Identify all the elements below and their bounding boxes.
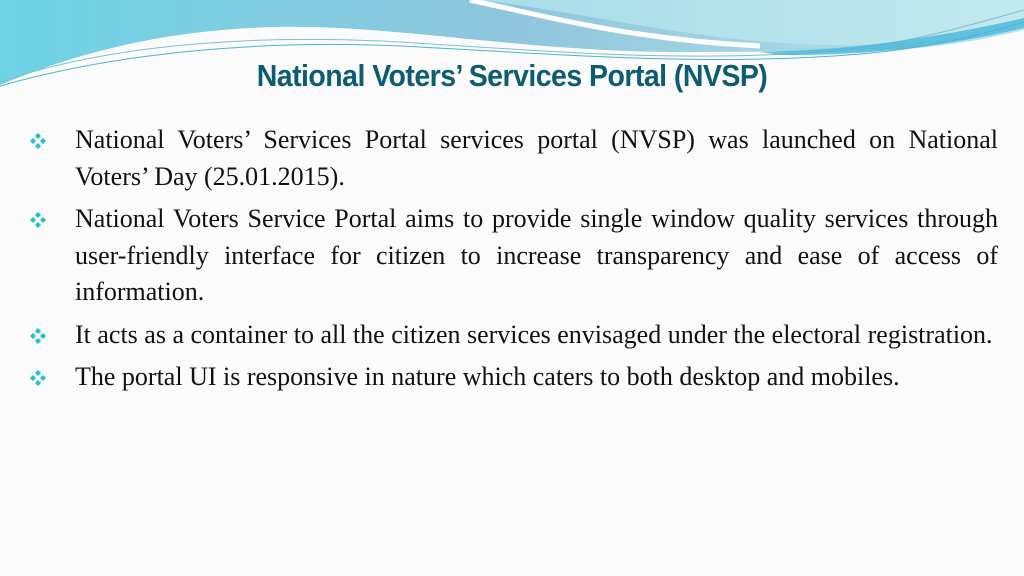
bullet-text: National Voters’ Services Portal service… xyxy=(75,125,998,191)
bullet-text: National Voters Service Portal aims to p… xyxy=(75,204,998,306)
bullet-list: National Voters’ Services Portal service… xyxy=(30,122,998,402)
bullet-text: The portal UI is responsive in nature wh… xyxy=(75,362,900,391)
bullet-item: National Voters’ Services Portal service… xyxy=(30,122,998,195)
diamond-cluster-icon xyxy=(30,212,46,228)
bullet-text: It acts as a container to all the citize… xyxy=(75,319,993,349)
diamond-cluster-icon xyxy=(30,370,46,386)
bullet-item: The portal UI is responsive in nature wh… xyxy=(30,359,998,396)
bullet-item: National Voters Service Portal aims to p… xyxy=(30,201,998,311)
slide-title: National Voters’ Services Portal (NVSP) xyxy=(256,58,768,93)
diamond-cluster-icon xyxy=(30,133,46,149)
diamond-cluster-icon xyxy=(30,327,46,344)
bullet-item: It acts as a container to all the citize… xyxy=(30,317,998,354)
